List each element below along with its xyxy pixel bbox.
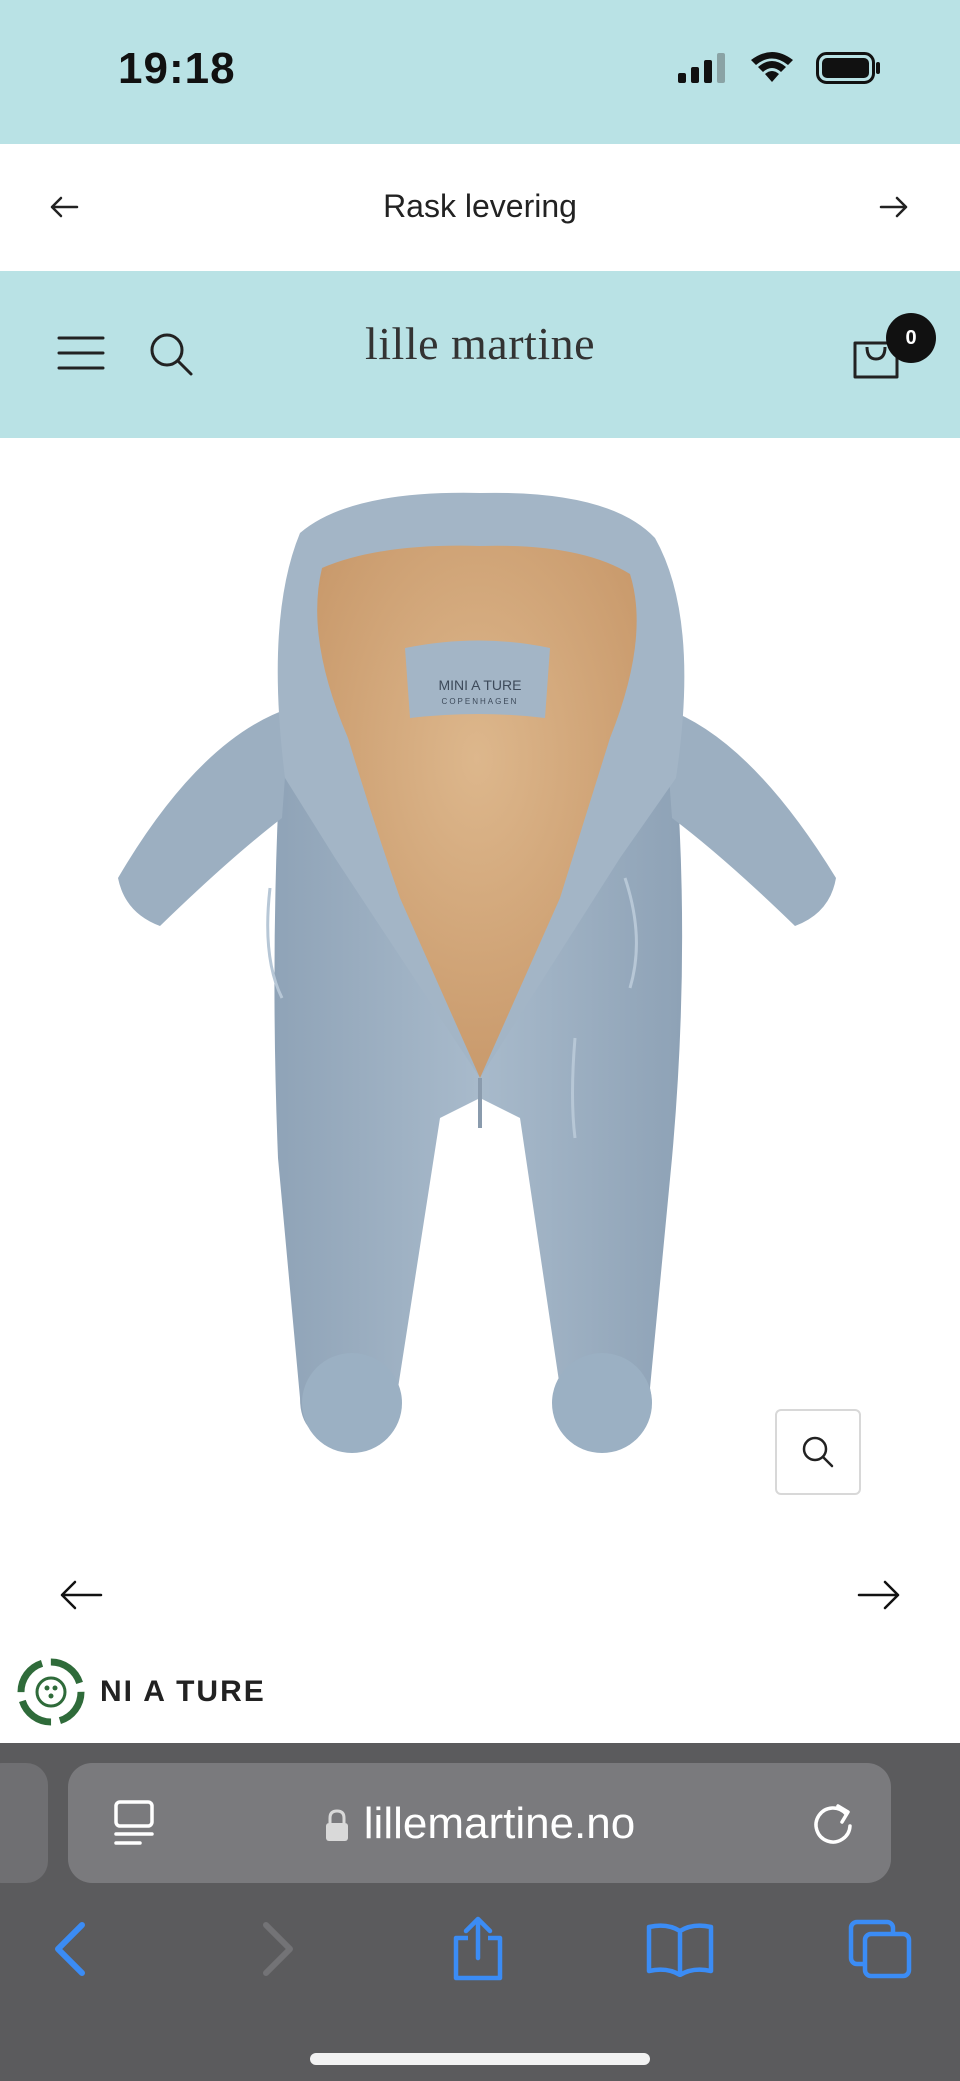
- announcement-next-button[interactable]: [866, 182, 922, 232]
- battery-icon: [816, 52, 880, 84]
- share-button[interactable]: [438, 1909, 518, 1989]
- product-gallery: MINI A TURE COPENHAGEN NI A TURE: [0, 438, 960, 1743]
- previous-tab-preview[interactable]: [0, 1763, 48, 1883]
- share-icon: [453, 1916, 503, 1981]
- brand-row[interactable]: NI A TURE: [16, 1656, 266, 1728]
- arrow-right-icon: [879, 196, 908, 218]
- reload-button[interactable]: [805, 1795, 861, 1851]
- brand-logo-icon: [17, 1658, 85, 1726]
- cart-count-badge: 0: [886, 313, 936, 363]
- browser-chrome: lillemartine.no: [0, 1743, 960, 2081]
- back-button[interactable]: [30, 1909, 110, 1989]
- brand-name: NI A TURE: [100, 1675, 266, 1708]
- status-time: 19:18: [118, 44, 236, 93]
- product-image[interactable]: MINI A TURE COPENHAGEN: [0, 438, 960, 1538]
- forward-button[interactable]: [238, 1909, 318, 1989]
- back-icon: [55, 1922, 85, 1976]
- home-indicator: [310, 2053, 650, 2065]
- bookmarks-button[interactable]: [640, 1909, 720, 1989]
- arrow-right-icon: [857, 1580, 900, 1610]
- status-bar: 19:18: [0, 0, 960, 144]
- url-text: lillemartine.no: [363, 1799, 636, 1848]
- garment-label-subtext: COPENHAGEN: [442, 697, 519, 706]
- announcement-bar: Rask levering: [0, 144, 960, 271]
- zoom-icon: [802, 1436, 834, 1468]
- zoom-button[interactable]: [775, 1409, 861, 1495]
- signal-icon: [678, 53, 725, 83]
- tabs-icon: [848, 1919, 912, 1979]
- wifi-icon: [751, 52, 793, 82]
- address-bar[interactable]: lillemartine.no: [68, 1763, 891, 1883]
- bookmarks-icon: [646, 1923, 714, 1977]
- lock-icon: [325, 1809, 348, 1842]
- reload-icon: [814, 1804, 852, 1844]
- gallery-prev-button[interactable]: [48, 1565, 114, 1625]
- announcement-text: Rask levering: [383, 188, 577, 224]
- status-icons: [676, 52, 882, 84]
- garment-label-text: MINI A TURE: [439, 677, 522, 693]
- site-logo[interactable]: lille martine: [0, 317, 960, 370]
- forward-icon: [263, 1922, 293, 1976]
- gallery-next-button[interactable]: [846, 1565, 912, 1625]
- site-header: lille martine 0: [0, 271, 960, 438]
- tabs-button[interactable]: [840, 1909, 920, 1989]
- arrow-left-icon: [60, 1580, 103, 1610]
